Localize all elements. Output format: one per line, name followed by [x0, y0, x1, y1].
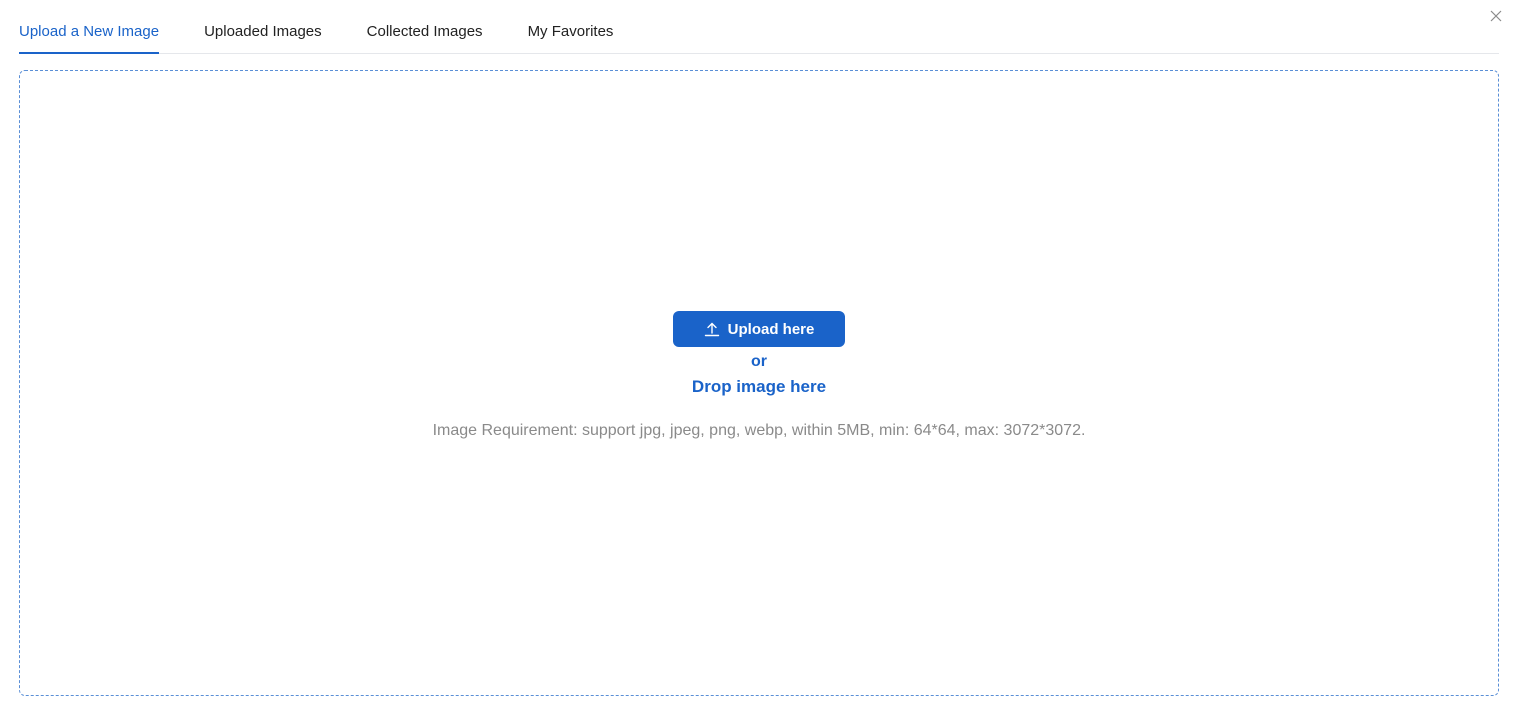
tab-my-favorites[interactable]: My Favorites	[528, 0, 614, 53]
or-separator: or	[751, 353, 767, 370]
image-requirement-text: Image Requirement: support jpg, jpeg, pn…	[432, 422, 1086, 439]
upload-button[interactable]: Upload here	[673, 311, 845, 347]
upload-image-dialog: Upload a New Image Uploaded Images Colle…	[0, 0, 1513, 709]
upload-button-label: Upload here	[727, 320, 815, 338]
upload-icon	[704, 321, 720, 337]
image-dropzone[interactable]: Upload here or Drop image here Image Req…	[19, 70, 1499, 696]
tab-bar: Upload a New Image Uploaded Images Colle…	[19, 0, 1499, 54]
drop-image-link[interactable]: Drop image here	[692, 377, 826, 397]
tab-collected-images[interactable]: Collected Images	[367, 0, 483, 53]
close-icon	[1490, 10, 1502, 22]
tab-uploaded-images[interactable]: Uploaded Images	[204, 0, 322, 53]
tab-upload-new-image[interactable]: Upload a New Image	[19, 0, 160, 54]
close-button[interactable]	[1487, 7, 1505, 25]
